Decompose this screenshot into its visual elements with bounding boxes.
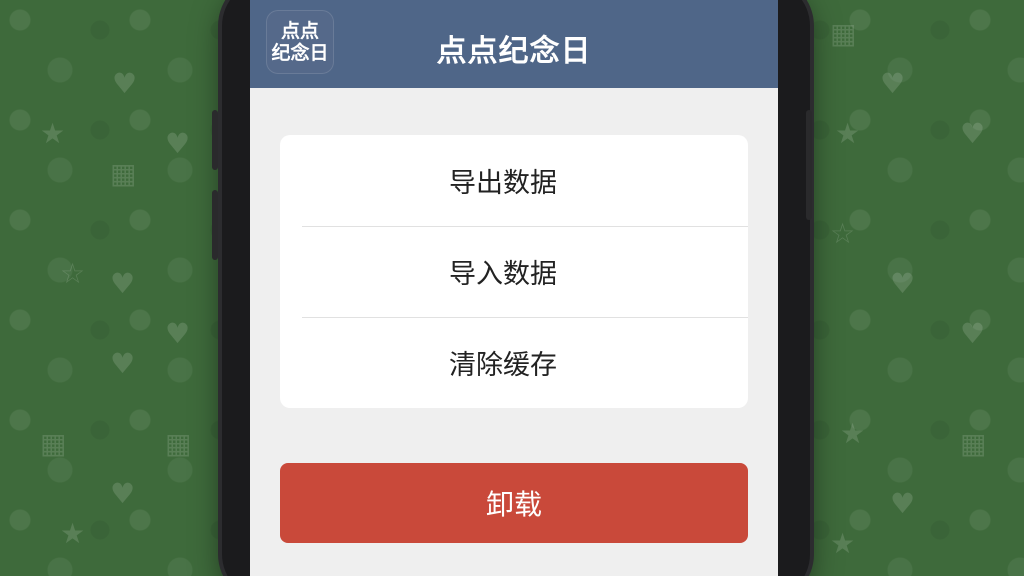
star-icon: ★ [40, 117, 66, 150]
menu-item-export-data[interactable]: 导出数据 [280, 135, 726, 226]
app-screen: 点点 纪念日 点点纪念日 导出数据 导入数据 清除缓存 卸载 [250, 0, 778, 576]
heart-icon: ♥ [165, 127, 191, 160]
heart-icon: ♥ [112, 67, 138, 100]
uninstall-button[interactable]: 卸载 [280, 463, 748, 543]
heart-icon: ♥ [880, 67, 906, 100]
heart-icon: ♥ [165, 317, 191, 350]
star-icon: ★ [830, 527, 856, 560]
settings-menu-card: 导出数据 导入数据 清除缓存 [280, 135, 748, 408]
heart-icon: ♥ [110, 347, 136, 380]
star-icon: ★ [840, 417, 866, 450]
page-title: 点点纪念日 [436, 34, 592, 69]
star-icon: ☆ [60, 257, 86, 290]
heart-icon: ♥ [890, 487, 916, 520]
app-header: 点点 纪念日 点点纪念日 [250, 0, 778, 88]
star-icon: ★ [835, 117, 861, 150]
heart-icon: ♥ [960, 117, 986, 150]
calendar-icon: ▦ [110, 157, 137, 190]
heart-icon: ♥ [110, 477, 136, 510]
heart-icon: ♥ [890, 267, 916, 300]
heart-icon: ♥ [110, 267, 136, 300]
calendar-icon: ▦ [40, 427, 67, 460]
menu-item-label: 清除缓存 [449, 350, 557, 381]
star-icon: ☆ [830, 217, 856, 250]
calendar-icon: ▦ [165, 427, 192, 460]
menu-item-import-data[interactable]: 导入数据 [280, 226, 726, 317]
power-button [806, 110, 812, 220]
menu-item-label: 导出数据 [449, 168, 557, 199]
menu-item-clear-cache[interactable]: 清除缓存 [280, 317, 726, 408]
star-icon: ★ [60, 517, 86, 550]
heart-icon: ♥ [960, 317, 986, 350]
volume-up-button [212, 110, 218, 170]
calendar-icon: ▦ [830, 17, 857, 50]
menu-item-label: 导入数据 [449, 259, 557, 290]
volume-down-button [212, 190, 218, 260]
uninstall-button-label: 卸载 [485, 488, 542, 521]
calendar-icon: ▦ [960, 427, 987, 460]
